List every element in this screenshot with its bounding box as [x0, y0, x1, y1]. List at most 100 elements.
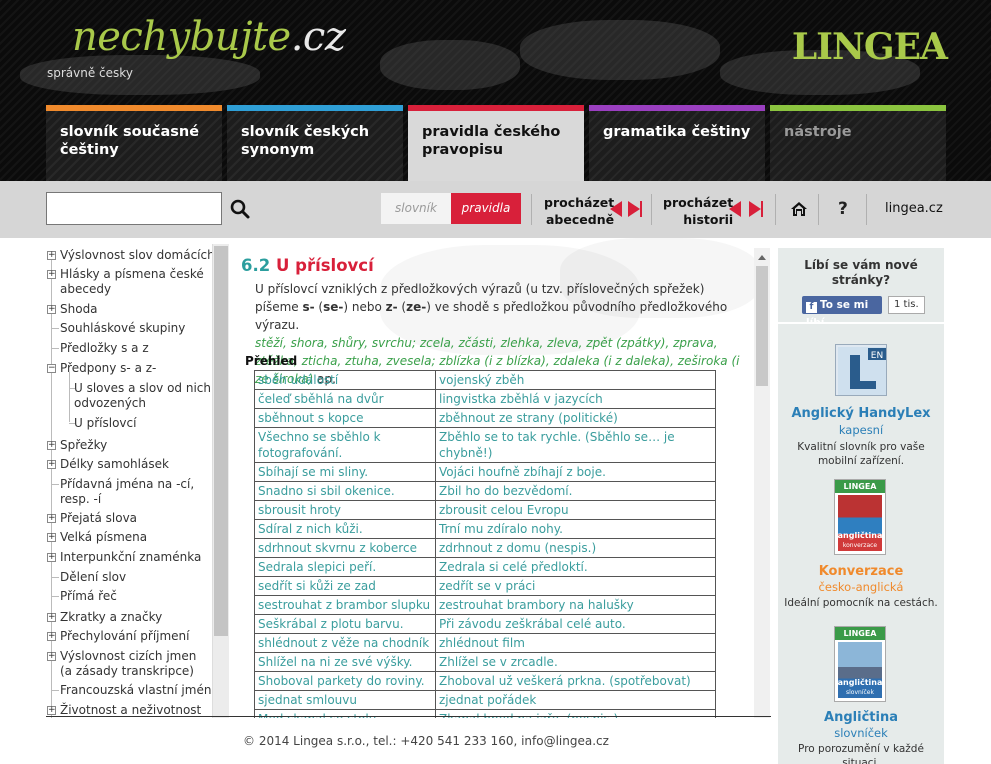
- browse-alphabetically-button[interactable]: procházet abecedně: [544, 194, 614, 228]
- tree-item[interactable]: + Přejatá slova: [46, 511, 137, 526]
- table-row: Sedrala slepici peří. Zedrala si celé pře…: [254, 557, 716, 577]
- pravidla-toggle[interactable]: pravidla: [451, 193, 521, 224]
- table-row: sjednat smlouvu zjednat pořádek: [254, 690, 716, 710]
- expand-icon[interactable]: +: [47, 613, 56, 622]
- tab-nastroje[interactable]: nástroje: [770, 105, 946, 181]
- slovnik-toggle[interactable]: slovník: [381, 193, 451, 224]
- browse-label: abecedně: [546, 212, 615, 227]
- map-decoration: [380, 40, 520, 90]
- collapse-icon[interactable]: −: [47, 364, 56, 373]
- table-row: Sdíral z nich kůži. Trní mu zdíralo nohy.: [254, 519, 716, 539]
- browse-history-button[interactable]: procházet historii: [663, 194, 733, 228]
- tab-slovnik-ceskych-synonym[interactable]: slovník českých synonym: [227, 105, 403, 181]
- history-arrows-icon[interactable]: [729, 201, 763, 217]
- tree-item[interactable]: Francouzská vlastní jména: [46, 683, 219, 698]
- table-row: Shlížel na ni ze své výšky. Zhlížel se v …: [254, 652, 716, 672]
- tree-item[interactable]: Přímá řeč: [46, 589, 117, 604]
- tree-item[interactable]: + Přechylování příjmení: [46, 629, 190, 644]
- scrollbar-thumb[interactable]: [756, 266, 768, 386]
- tree-item[interactable]: + Výslovnost slov domácích: [46, 248, 215, 263]
- expand-icon[interactable]: +: [47, 553, 56, 562]
- tree-item[interactable]: + Zkratky a značky: [46, 610, 162, 625]
- tree-item[interactable]: + Interpunkční znaménka: [46, 550, 201, 565]
- table-row: shlédnout z věže na chodník zhlédnout fil…: [254, 633, 716, 653]
- divider: [818, 194, 819, 225]
- product-name[interactable]: Konverzace: [778, 564, 944, 579]
- lingea-link[interactable]: lingea.cz: [885, 201, 943, 216]
- expand-icon[interactable]: +: [47, 533, 56, 542]
- tree-item[interactable]: Předložky s a z: [46, 341, 149, 356]
- tree-item[interactable]: − Předpony s- a z-: [46, 361, 156, 376]
- example-s-cell: Sdíral z nich kůži.: [254, 519, 436, 539]
- example-s-cell: Sedrala slepici peří.: [254, 557, 436, 577]
- section-heading: U příslovcí: [275, 256, 374, 275]
- article-content: 6.2 U příslovcí U příslovcí vzniklých z …: [237, 248, 755, 718]
- tab-gramatika-cestiny[interactable]: gramatika češtiny: [589, 105, 765, 181]
- expand-icon[interactable]: +: [47, 251, 56, 260]
- search-icon: [230, 199, 250, 219]
- example-s-cell: Snadno si sbil okenice.: [254, 481, 436, 501]
- example-s-cell: Shoboval parkety do roviny.: [254, 671, 436, 691]
- tree-item[interactable]: Dělení slov: [46, 570, 126, 585]
- examples-table: sběh událostí vojenský zběh čeleď sběhlá n…: [254, 370, 716, 718]
- example-z-cell: zestrouhat brambory na halušky: [435, 595, 716, 615]
- site-tagline: správně česky: [47, 66, 133, 80]
- tree-item-label: Předložky s a z: [60, 341, 149, 355]
- lingea-brand-logo[interactable]: LINGEA: [792, 26, 948, 68]
- tree-item[interactable]: + Shoda: [46, 302, 98, 317]
- table-row: sdrhnout skvrnu z koberce zdrhnout z domu…: [254, 538, 716, 558]
- example-z-cell: zbrousit celou Evropu: [435, 500, 716, 520]
- divider: [651, 194, 652, 225]
- example-z-cell: vojenský zběh: [435, 370, 716, 390]
- expand-icon[interactable]: +: [47, 652, 56, 661]
- example-z-cell: Zhlížel se v zrcadle.: [435, 652, 716, 672]
- prev-next-arrows-icon[interactable]: [610, 201, 642, 217]
- expand-icon[interactable]: +: [47, 270, 56, 279]
- scrollbar-thumb[interactable]: [214, 246, 228, 636]
- tree-item[interactable]: U sloves a slov od nich odvozených: [46, 381, 216, 411]
- like-box: Líbí se vám nové stránky? f To se mi líbí…: [778, 248, 944, 329]
- tree-item-label: Předpony s- a z-: [60, 361, 157, 375]
- example-s-cell: sběh událostí: [254, 370, 436, 390]
- tab-pravidla-ceskeho-pravopisu[interactable]: pravidla českého pravopisu: [408, 105, 584, 181]
- example-s-cell: Všechno se sběhlo k fotografování.: [254, 427, 436, 463]
- like-question: Líbí se vám nové stránky?: [804, 258, 918, 287]
- example-s-cell: shlédnout z věže na chodník: [254, 633, 436, 653]
- search-button[interactable]: [228, 197, 252, 221]
- expand-icon[interactable]: +: [47, 706, 56, 715]
- handylex-app-icon[interactable]: EN: [835, 344, 887, 396]
- tree-item-label: Přímá řeč: [60, 589, 117, 603]
- tree-item[interactable]: + Hlásky a písmena české abecedy: [46, 267, 216, 297]
- book-brand: LINGEA: [835, 480, 885, 493]
- table-row: sedřít si kůži ze zad zedřít se v práci: [254, 576, 716, 596]
- tree-item[interactable]: + Výslovnost cizích jmen (a zásady trans…: [46, 649, 211, 679]
- expand-icon[interactable]: +: [47, 460, 56, 469]
- tree-scrollbar[interactable]: [212, 244, 229, 718]
- product-name[interactable]: Anglický HandyLex: [778, 406, 944, 421]
- section-number: 6.2: [241, 256, 271, 275]
- home-button[interactable]: [789, 199, 809, 219]
- search-input[interactable]: [46, 192, 222, 225]
- tree-item[interactable]: Přídavná jména na -cí, resp. -í: [46, 477, 206, 507]
- expand-icon[interactable]: +: [47, 514, 56, 523]
- content-scrollbar[interactable]: [754, 248, 770, 718]
- tab-slovnik-soucasne-cestiny[interactable]: slovník současné češtiny: [46, 105, 222, 181]
- product-description: Kvalitní slovník pro vaše mobilní zaříze…: [797, 441, 925, 467]
- site-logo[interactable]: nechybujte.cz: [72, 14, 346, 60]
- tree-item-current[interactable]: U příslovcí: [46, 416, 136, 431]
- expand-icon[interactable]: +: [47, 632, 56, 641]
- konverzace-book-cover[interactable]: LINGEA angličtina konverzace: [834, 479, 886, 555]
- tree-item[interactable]: + Délky samohlásek: [46, 457, 169, 472]
- expand-icon[interactable]: +: [47, 305, 56, 314]
- tree-item[interactable]: Souhláskové skupiny: [46, 321, 185, 336]
- tree-item[interactable]: + Spřežky: [46, 438, 107, 453]
- expand-icon[interactable]: +: [47, 441, 56, 450]
- tree-item-label: Dělení slov: [60, 570, 127, 584]
- tree-item-label: U příslovcí: [74, 416, 137, 430]
- slovnicek-book-cover[interactable]: LINGEA angličtina slovníček: [834, 626, 886, 702]
- scroll-up-icon[interactable]: [754, 250, 770, 264]
- product-name[interactable]: Angličtina: [778, 710, 944, 725]
- facebook-like-button[interactable]: f To se mi líbí: [802, 296, 882, 329]
- help-button[interactable]: ?: [838, 199, 858, 219]
- tree-item[interactable]: + Velká písmena: [46, 530, 147, 545]
